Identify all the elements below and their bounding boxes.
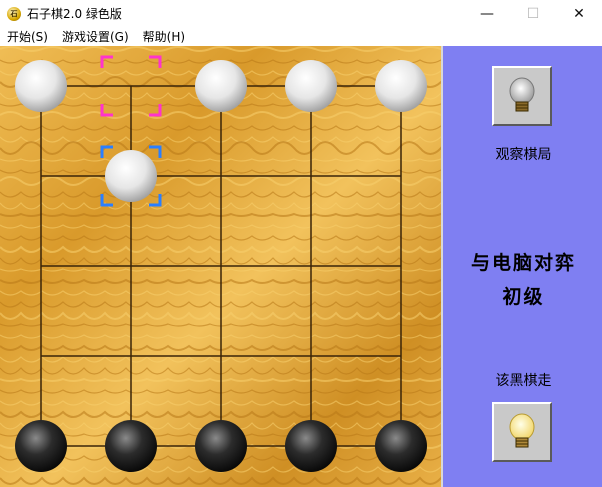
- white-piece: [105, 150, 157, 202]
- black-piece: [105, 420, 157, 472]
- mode-line2: 初级: [502, 286, 545, 308]
- title-bar: 石 石子棋2.0 绿色版 — ☐ ✕: [0, 0, 602, 27]
- game-board[interactable]: [0, 46, 441, 487]
- observe-label: 观察棋局: [495, 147, 552, 163]
- white-piece: [15, 60, 67, 112]
- menu-game-settings[interactable]: 游戏设置(G): [55, 28, 136, 45]
- black-piece: [195, 420, 247, 472]
- menu-bar: 开始(S) 游戏设置(G) 帮助(H): [0, 27, 602, 46]
- lightbulb-on-icon: [509, 413, 535, 448]
- black-piece: [15, 420, 67, 472]
- white-piece: [195, 60, 247, 112]
- observe-button[interactable]: [492, 66, 552, 126]
- minimize-button[interactable]: —: [464, 0, 510, 27]
- turn-indicator-button[interactable]: [492, 402, 552, 462]
- mode-line1: 与电脑对弈: [470, 252, 576, 274]
- menu-help[interactable]: 帮助(H): [136, 28, 192, 45]
- menu-start[interactable]: 开始(S): [0, 28, 55, 45]
- white-piece: [285, 60, 337, 112]
- black-piece: [285, 420, 337, 472]
- maximize-button[interactable]: ☐: [510, 0, 556, 27]
- turn-label: 该黑棋走: [495, 373, 552, 389]
- window-title: 石子棋2.0 绿色版: [27, 7, 122, 21]
- board-canvas[interactable]: [0, 46, 441, 487]
- side-panel: 观察棋局 与电脑对弈 初级 该黑棋走: [441, 46, 602, 487]
- app-icon[interactable]: 石: [7, 6, 21, 21]
- black-piece: [375, 420, 427, 472]
- close-button[interactable]: ✕: [556, 0, 602, 27]
- lightbulb-off-icon: [509, 77, 535, 112]
- window-controls: — ☐ ✕: [464, 0, 602, 27]
- white-piece: [375, 60, 427, 112]
